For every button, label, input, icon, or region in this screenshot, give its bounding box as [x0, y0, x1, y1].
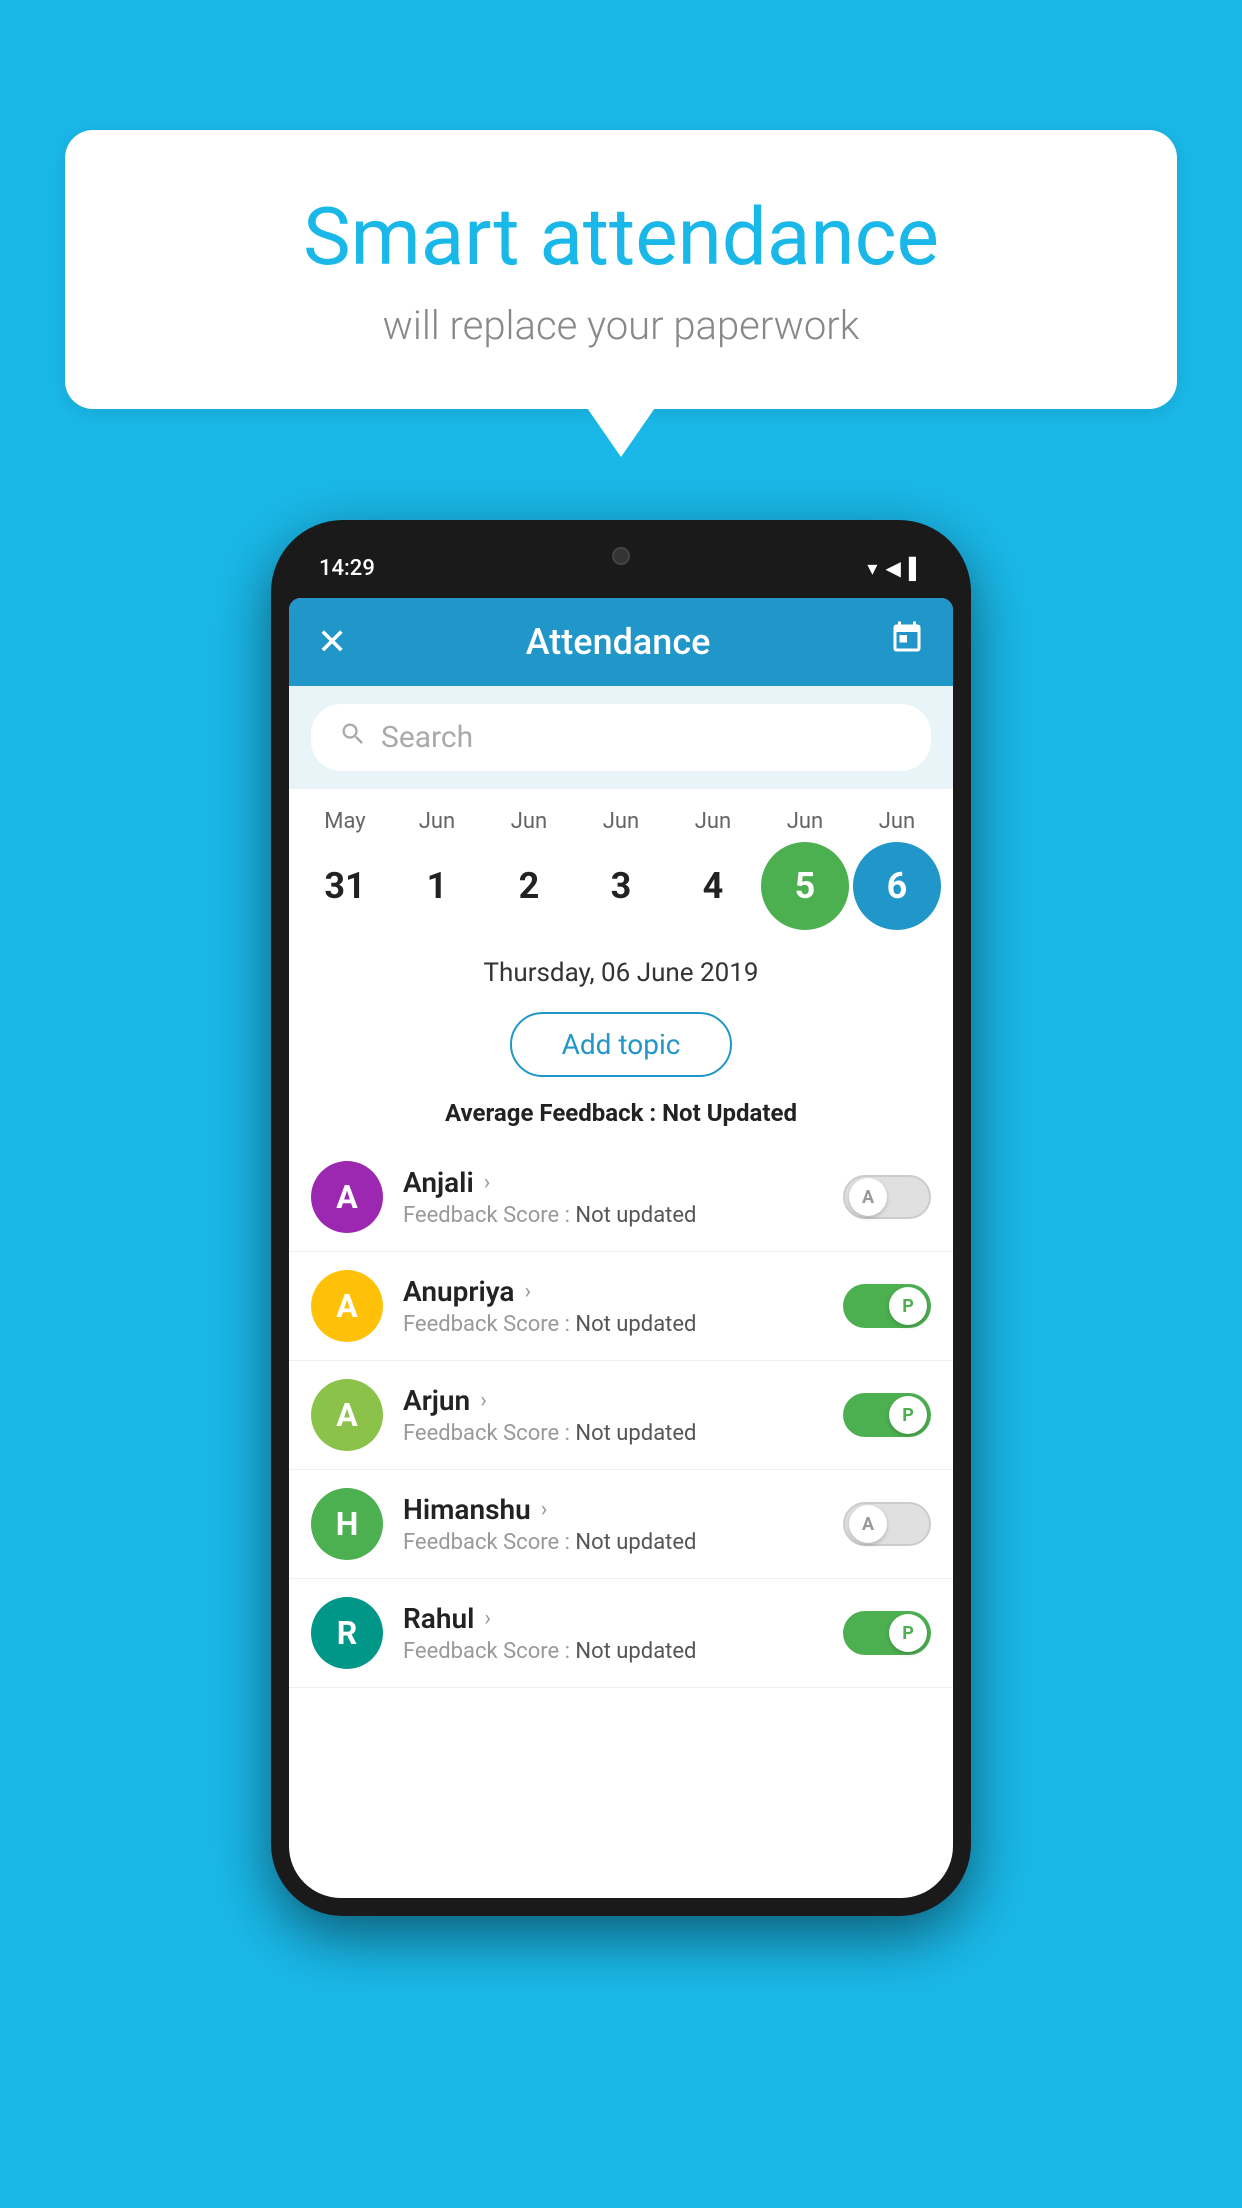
feedback-score: Feedback Score : Not updated	[403, 1312, 843, 1337]
student-info: Rahul › Feedback Score : Not updated	[383, 1602, 843, 1664]
student-name: Rahul	[403, 1602, 474, 1635]
speech-bubble-container: Smart attendance will replace your paper…	[65, 130, 1177, 409]
cal-day-5[interactable]: 5	[761, 842, 849, 930]
attendance-toggle[interactable]: A	[843, 1175, 931, 1219]
chevron-right-icon: ›	[480, 1388, 487, 1413]
avatar: A	[311, 1379, 383, 1451]
list-item[interactable]: R Rahul › Feedback Score : Not updated P	[289, 1579, 953, 1688]
student-name: Arjun	[403, 1384, 470, 1417]
calendar-days-row: 31 1 2 3 4 5 6	[299, 842, 943, 930]
status-time: 14:29	[319, 556, 375, 581]
chevron-right-icon: ›	[484, 1170, 491, 1195]
toggle-knob: A	[849, 1178, 887, 1216]
average-feedback: Average Feedback : Not Updated	[289, 1091, 953, 1143]
list-item[interactable]: A Anupriya › Feedback Score : Not update…	[289, 1252, 953, 1361]
attendance-toggle[interactable]: A	[843, 1502, 931, 1546]
list-item[interactable]: H Himanshu › Feedback Score : Not update…	[289, 1470, 953, 1579]
avatar: H	[311, 1488, 383, 1560]
feedback-score: Feedback Score : Not updated	[403, 1639, 843, 1664]
chevron-right-icon: ›	[541, 1497, 548, 1522]
calendar-icon[interactable]	[889, 620, 925, 664]
feedback-score: Feedback Score : Not updated	[403, 1421, 843, 1446]
toggle-knob: A	[849, 1505, 887, 1543]
avatar: A	[311, 1270, 383, 1342]
toggle-off[interactable]: A	[843, 1502, 931, 1546]
cal-month-5: Jun	[761, 809, 849, 834]
feedback-score: Feedback Score : Not updated	[403, 1203, 843, 1228]
status-icons: ▾ ◀ ▌	[867, 556, 923, 581]
cal-day-6[interactable]: 6	[853, 842, 941, 930]
feedback-label: Average Feedback :	[445, 1099, 662, 1127]
cal-day-3[interactable]: 3	[577, 842, 665, 930]
search-placeholder: Search	[381, 720, 473, 755]
student-name: Himanshu	[403, 1493, 531, 1526]
chevron-right-icon: ›	[484, 1606, 491, 1631]
battery-icon: ▌	[909, 556, 923, 581]
bubble-title: Smart attendance	[145, 190, 1097, 284]
student-info: Himanshu › Feedback Score : Not updated	[383, 1493, 843, 1555]
avatar: R	[311, 1597, 383, 1669]
calendar-months-row: May Jun Jun Jun Jun Jun Jun	[299, 809, 943, 834]
cal-day-2[interactable]: 2	[485, 842, 573, 930]
signal-icon: ◀	[885, 556, 900, 580]
search-bar[interactable]: Search	[311, 704, 931, 771]
wifi-icon: ▾	[867, 556, 877, 580]
add-topic-container: Add topic	[289, 998, 953, 1091]
selected-date: Thursday, 06 June 2019	[289, 940, 953, 998]
camera-dot	[612, 547, 630, 565]
attendance-toggle[interactable]: P	[843, 1393, 931, 1437]
student-list: A Anjali › Feedback Score : Not updated …	[289, 1143, 953, 1688]
student-info: Anupriya › Feedback Score : Not updated	[383, 1275, 843, 1337]
toggle-knob: P	[889, 1614, 927, 1652]
cal-month-2: Jun	[485, 809, 573, 834]
chevron-right-icon: ›	[524, 1279, 531, 1304]
cal-day-4[interactable]: 4	[669, 842, 757, 930]
add-topic-button[interactable]: Add topic	[510, 1012, 733, 1077]
list-item[interactable]: A Arjun › Feedback Score : Not updated P	[289, 1361, 953, 1470]
calendar-strip: May Jun Jun Jun Jun Jun Jun 31 1 2 3 4 5…	[289, 789, 953, 940]
student-name-row: Anupriya ›	[403, 1275, 843, 1308]
feedback-score: Feedback Score : Not updated	[403, 1530, 843, 1555]
student-name-row: Arjun ›	[403, 1384, 843, 1417]
app-header: ✕ Attendance	[289, 598, 953, 686]
search-icon	[339, 720, 367, 755]
cal-month-0: May	[301, 809, 389, 834]
toggle-on[interactable]: P	[843, 1393, 931, 1437]
phone-wrapper: 14:29 ▾ ◀ ▌ ✕ Attendance	[271, 520, 971, 1916]
list-item[interactable]: A Anjali › Feedback Score : Not updated …	[289, 1143, 953, 1252]
cal-month-1: Jun	[393, 809, 481, 834]
status-bar: 14:29 ▾ ◀ ▌	[289, 538, 953, 598]
feedback-value: Not Updated	[662, 1099, 797, 1127]
student-info: Arjun › Feedback Score : Not updated	[383, 1384, 843, 1446]
screen-title: Attendance	[526, 621, 711, 663]
attendance-toggle[interactable]: P	[843, 1611, 931, 1655]
student-name: Anjali	[403, 1166, 474, 1199]
cal-month-6: Jun	[853, 809, 941, 834]
student-name-row: Rahul ›	[403, 1602, 843, 1635]
cal-month-3: Jun	[577, 809, 665, 834]
toggle-off[interactable]: A	[843, 1175, 931, 1219]
search-bar-container: Search	[289, 686, 953, 789]
student-name: Anupriya	[403, 1275, 514, 1308]
toggle-knob: P	[889, 1396, 927, 1434]
close-button[interactable]: ✕	[317, 621, 347, 663]
phone-screen: ✕ Attendance Search	[289, 598, 953, 1898]
toggle-on[interactable]: P	[843, 1284, 931, 1328]
attendance-toggle[interactable]: P	[843, 1284, 931, 1328]
avatar: A	[311, 1161, 383, 1233]
toggle-knob: P	[889, 1287, 927, 1325]
speech-bubble: Smart attendance will replace your paper…	[65, 130, 1177, 409]
phone-outer: 14:29 ▾ ◀ ▌ ✕ Attendance	[271, 520, 971, 1916]
cal-day-31[interactable]: 31	[301, 842, 389, 930]
notch	[566, 538, 676, 574]
student-info: Anjali › Feedback Score : Not updated	[383, 1166, 843, 1228]
student-name-row: Himanshu ›	[403, 1493, 843, 1526]
student-name-row: Anjali ›	[403, 1166, 843, 1199]
bubble-subtitle: will replace your paperwork	[145, 302, 1097, 349]
toggle-on[interactable]: P	[843, 1611, 931, 1655]
cal-day-1[interactable]: 1	[393, 842, 481, 930]
cal-month-4: Jun	[669, 809, 757, 834]
